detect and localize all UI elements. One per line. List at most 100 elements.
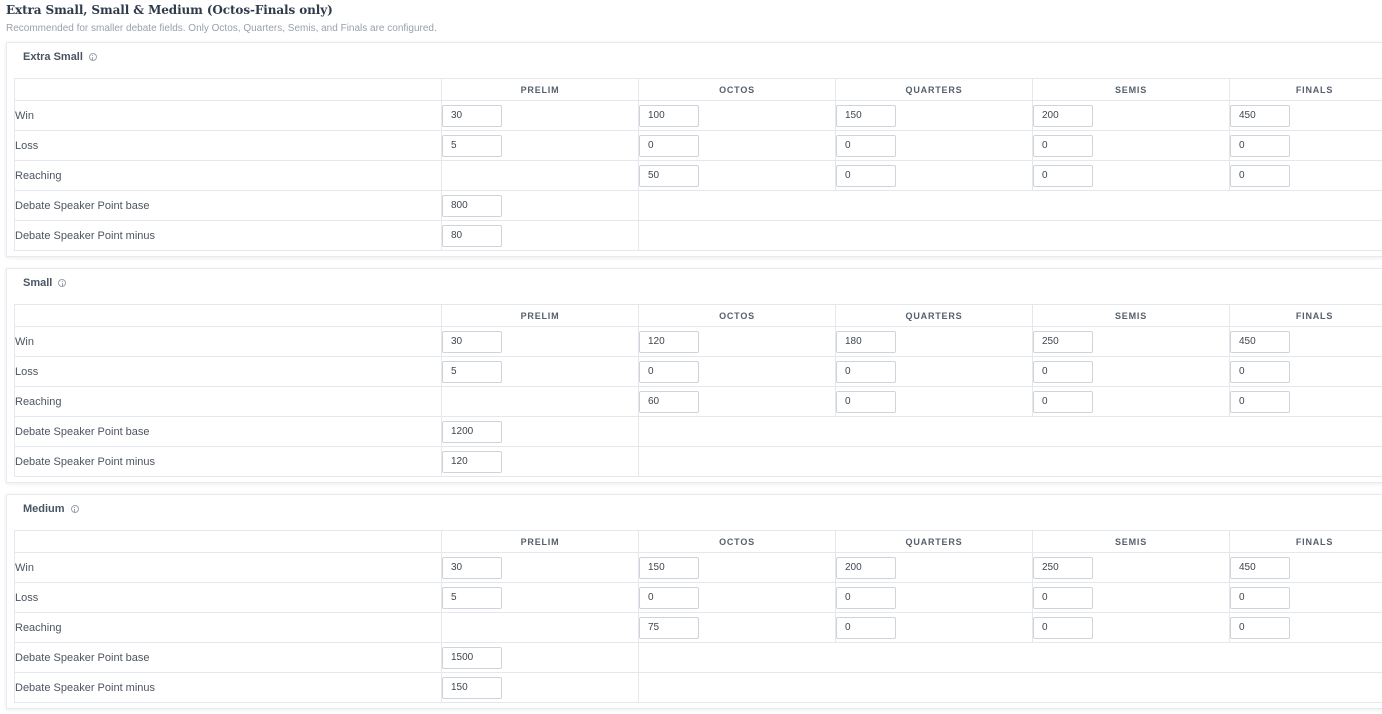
section-header: Extra Small [23,51,97,63]
row-label-sp-minus: Debate Speaker Point minus [14,446,442,477]
sp-base-input[interactable] [442,420,502,443]
table-row-loss: Loss [14,582,1382,613]
loss-quarters-input[interactable] [836,134,896,157]
row-label-loss: Loss [14,356,442,387]
reaching-finals-input[interactable] [1230,164,1290,187]
table-row-sp-minus: Debate Speaker Point minus [14,220,1382,251]
column-header-semis: SEMIS [1032,530,1230,553]
row-label-reaching: Reaching [14,612,442,643]
table-header-row: PRELIM OCTOS QUARTERS SEMIS FINALS [14,530,1382,553]
table-header-row: PRELIM OCTOS QUARTERS SEMIS FINALS [14,304,1382,327]
empty-cell [638,672,1382,703]
reaching-quarters-input[interactable] [836,616,896,639]
section-header: Medium [23,503,79,515]
loss-finals-input[interactable] [1230,360,1290,383]
reaching-quarters-input[interactable] [836,164,896,187]
sp-base-input[interactable] [442,194,502,217]
table-row-win: Win [14,326,1382,357]
win-semis-input[interactable] [1033,330,1093,353]
reaching-finals-input[interactable] [1230,390,1290,413]
win-prelim-input[interactable] [442,556,502,579]
table-row-sp-base: Debate Speaker Point base [14,642,1382,673]
reaching-quarters-input[interactable] [836,390,896,413]
win-prelim-input[interactable] [442,104,502,127]
reaching-octos-input[interactable] [639,616,699,639]
reaching-semis-input[interactable] [1033,616,1093,639]
section-card-extra-small: Extra Small PRELIM OCTOS QUARTERS SEMIS … [6,42,1382,257]
sp-base-input[interactable] [442,646,502,669]
info-icon[interactable] [88,53,97,61]
info-icon[interactable] [70,505,79,513]
loss-octos-input[interactable] [639,586,699,609]
column-header-prelim: PRELIM [441,530,639,553]
loss-prelim-input[interactable] [442,134,502,157]
empty-cell [441,612,639,643]
win-octos-input[interactable] [639,330,699,353]
column-header-semis: SEMIS [1032,304,1230,327]
section-title: Medium [23,503,65,515]
table-row-win: Win [14,552,1382,583]
column-header-octos: OCTOS [638,78,836,101]
scores-table: PRELIM OCTOS QUARTERS SEMIS FINALS Win L… [14,304,1382,477]
table-row-loss: Loss [14,356,1382,387]
column-header-prelim: PRELIM [441,304,639,327]
column-header-quarters: QUARTERS [835,530,1033,553]
row-label-sp-base: Debate Speaker Point base [14,190,442,221]
reaching-semis-input[interactable] [1033,390,1093,413]
loss-octos-input[interactable] [639,134,699,157]
info-icon[interactable] [58,279,67,287]
column-header-prelim: PRELIM [441,78,639,101]
win-quarters-input[interactable] [836,330,896,353]
empty-cell [638,642,1382,673]
row-label-win: Win [14,326,442,357]
win-octos-input[interactable] [639,104,699,127]
reaching-octos-input[interactable] [639,390,699,413]
win-finals-input[interactable] [1230,330,1290,353]
loss-octos-input[interactable] [639,360,699,383]
loss-finals-input[interactable] [1230,134,1290,157]
reaching-finals-input[interactable] [1230,616,1290,639]
loss-quarters-input[interactable] [836,360,896,383]
loss-semis-input[interactable] [1033,134,1093,157]
empty-cell [638,446,1382,477]
table-header-row: PRELIM OCTOS QUARTERS SEMIS FINALS [14,78,1382,101]
win-finals-input[interactable] [1230,556,1290,579]
table-row-sp-minus: Debate Speaker Point minus [14,446,1382,477]
row-label-loss: Loss [14,582,442,613]
loss-prelim-input[interactable] [442,360,502,383]
win-quarters-input[interactable] [836,556,896,579]
section-card-medium: Medium PRELIM OCTOS QUARTERS SEMIS FINAL… [6,494,1382,709]
sp-minus-input[interactable] [442,450,502,473]
loss-prelim-input[interactable] [442,586,502,609]
column-header-octos: OCTOS [638,530,836,553]
scores-table: PRELIM OCTOS QUARTERS SEMIS FINALS Win L… [14,530,1382,703]
column-header-finals: FINALS [1229,530,1382,553]
table-row-sp-minus: Debate Speaker Point minus [14,672,1382,703]
row-label-sp-base: Debate Speaker Point base [14,642,442,673]
empty-cell [441,160,639,191]
table-row-sp-base: Debate Speaker Point base [14,190,1382,221]
loss-semis-input[interactable] [1033,586,1093,609]
win-semis-input[interactable] [1033,104,1093,127]
loss-quarters-input[interactable] [836,586,896,609]
win-octos-input[interactable] [639,556,699,579]
reaching-octos-input[interactable] [639,164,699,187]
loss-finals-input[interactable] [1230,586,1290,609]
table-row-win: Win [14,100,1382,131]
column-header-finals: FINALS [1229,78,1382,101]
column-header-octos: OCTOS [638,304,836,327]
section-header: Small [23,277,67,289]
win-prelim-input[interactable] [442,330,502,353]
table-row-reaching: Reaching [14,612,1382,643]
win-semis-input[interactable] [1033,556,1093,579]
page-title: Extra Small, Small & Medium (Octos-Final… [6,3,333,17]
table-row-sp-base: Debate Speaker Point base [14,416,1382,447]
loss-semis-input[interactable] [1033,360,1093,383]
win-quarters-input[interactable] [836,104,896,127]
table-row-loss: Loss [14,130,1382,161]
sp-minus-input[interactable] [442,676,502,699]
sp-minus-input[interactable] [442,224,502,247]
reaching-semis-input[interactable] [1033,164,1093,187]
win-finals-input[interactable] [1230,104,1290,127]
section-title: Small [23,277,53,289]
